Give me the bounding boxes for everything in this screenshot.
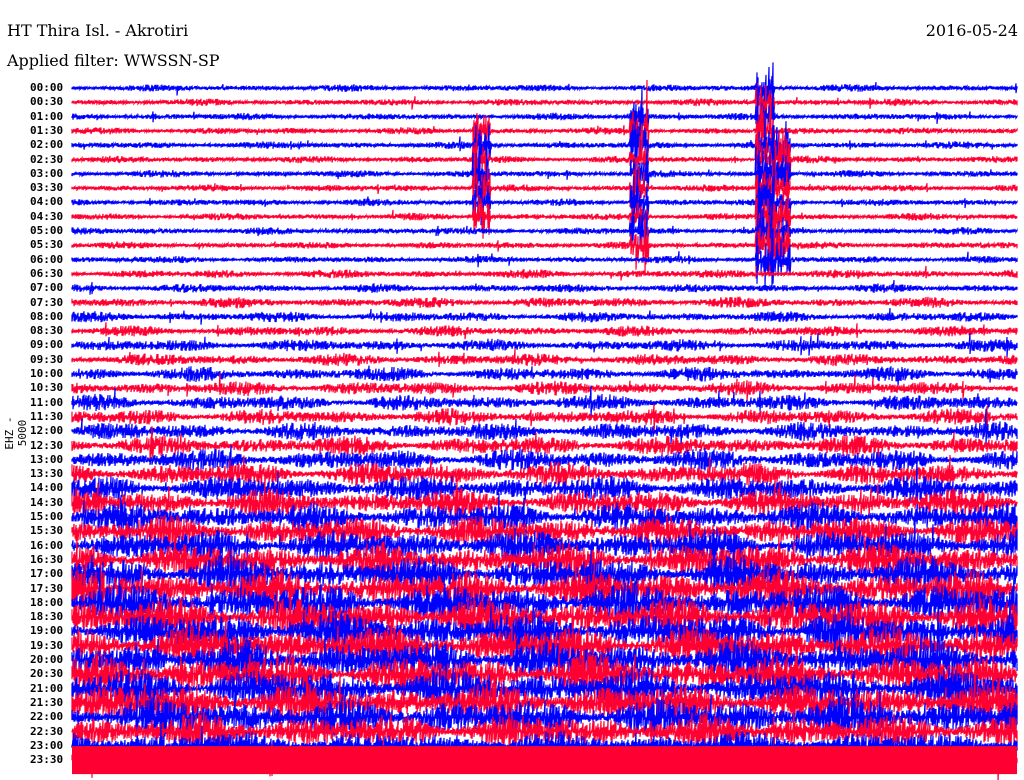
trace-row-07:30	[71, 296, 1018, 309]
trace-row-02:00	[71, 110, 1018, 178]
trace-row-08:30	[71, 322, 1018, 340]
trace-row-08:00	[71, 307, 1018, 325]
trace-row-00:00	[71, 62, 1018, 117]
trace-row-07:00	[71, 280, 1018, 295]
trace-row-10:00	[71, 365, 1018, 387]
trace-row-09:30	[71, 348, 1018, 368]
trace-row-05:00	[71, 199, 1018, 274]
trace-row-06:00	[71, 227, 1018, 291]
trace-row-06:30	[71, 265, 1018, 281]
helicorder-plot	[71, 62, 1018, 780]
